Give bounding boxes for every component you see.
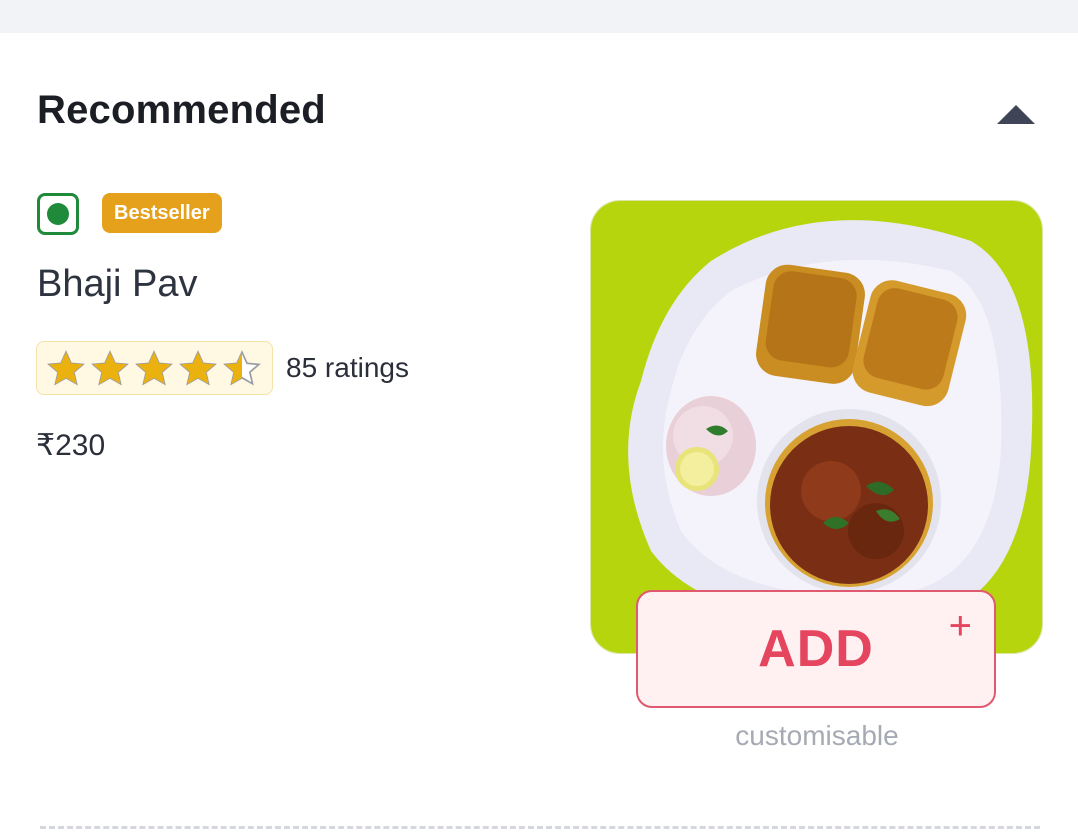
top-band bbox=[0, 0, 1078, 33]
ratings-count[interactable]: 85 ratings bbox=[286, 352, 409, 384]
star-icon bbox=[91, 350, 129, 386]
dish-name: Bhaji Pav bbox=[37, 263, 198, 305]
price: ₹230 bbox=[36, 429, 106, 462]
customisable-label: customisable bbox=[735, 720, 899, 751]
star-icon bbox=[135, 350, 173, 386]
bestseller-badge: Bestseller bbox=[102, 193, 222, 233]
add-button[interactable]: ADD + bbox=[636, 590, 996, 708]
plus-icon: + bbox=[948, 604, 972, 648]
item-divider bbox=[40, 826, 1040, 829]
star-icon bbox=[223, 350, 261, 386]
add-label: ADD bbox=[758, 620, 874, 678]
star-icon bbox=[179, 350, 217, 386]
section-title: Recommended bbox=[37, 88, 326, 132]
veg-icon bbox=[37, 193, 79, 235]
rating-stars bbox=[36, 341, 273, 395]
star-icon bbox=[47, 350, 85, 386]
dish-image[interactable] bbox=[590, 200, 1043, 654]
collapse-section-button[interactable] bbox=[994, 100, 1038, 130]
triangle-up-icon bbox=[997, 105, 1035, 124]
